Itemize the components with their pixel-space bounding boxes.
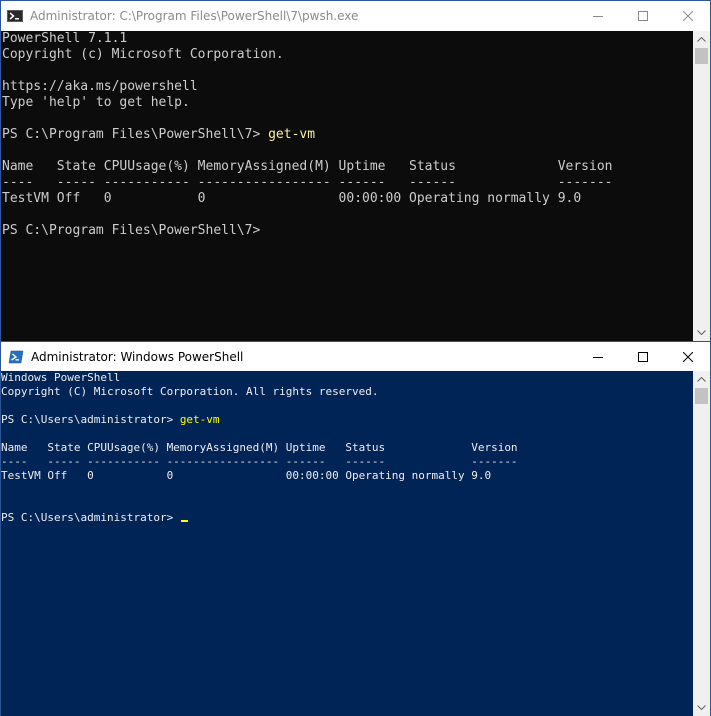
pwsh-caption-buttons xyxy=(575,1,710,31)
console-line: PowerShell 7.1.1 xyxy=(2,31,693,47)
console-line: ---- ----- ----------- -----------------… xyxy=(2,175,693,191)
console-line: https://aka.ms/powershell xyxy=(2,79,693,95)
close-icon xyxy=(682,351,693,362)
console-line-text: ---- ----- ----------- -----------------… xyxy=(2,175,613,190)
pwsh-console-output[interactable]: PowerShell 7.1.1 Copyright (c) Microsoft … xyxy=(1,31,693,341)
console-line: Windows PowerShell xyxy=(1,371,693,385)
console-line-text: PS C:\Program Files\PowerShell\7> xyxy=(2,223,261,238)
scroll-down-arrow-icon xyxy=(697,330,706,335)
powershell-icon xyxy=(7,8,23,24)
console-line: ---- ----- ----------- -----------------… xyxy=(1,455,693,469)
console-line: Type 'help' to get help. xyxy=(2,95,693,111)
maximize-icon xyxy=(637,11,648,21)
console-line: Name State CPUUsage(%) MemoryAssigned(M)… xyxy=(2,159,693,175)
windows-powershell-window[interactable]: Administrator: Windows PowerShell Window… xyxy=(0,342,711,716)
text-cursor xyxy=(180,520,188,522)
console-line-text: PowerShell 7.1.1 xyxy=(2,31,128,46)
scroll-up-arrow-icon xyxy=(697,377,706,382)
maximize-button[interactable] xyxy=(620,1,665,31)
console-line: PS C:\Users\administrator> get-vm xyxy=(1,413,693,427)
pwsh-scrollbar[interactable] xyxy=(693,31,710,341)
console-line: PS C:\Users\administrator> xyxy=(1,511,693,525)
scroll-thumb[interactable] xyxy=(695,388,708,404)
scroll-down-button[interactable] xyxy=(693,324,710,341)
minimize-button[interactable] xyxy=(575,1,620,31)
scroll-down-arrow-icon xyxy=(697,705,706,710)
console-line-text: Copyright (C) Microsoft Corporation. All… xyxy=(1,385,379,398)
winps-title-bar[interactable]: Administrator: Windows PowerShell xyxy=(1,342,710,371)
console-command: get-vm xyxy=(179,413,220,426)
console-line-text: Windows PowerShell xyxy=(1,371,121,384)
close-icon xyxy=(682,11,693,21)
close-button[interactable] xyxy=(665,342,710,371)
console-line-text: PS C:\Users\administrator> xyxy=(1,413,180,426)
winps-caption-buttons xyxy=(575,342,710,371)
pwsh-window-title: Administrator: C:\Program Files\PowerShe… xyxy=(30,9,359,23)
maximize-icon xyxy=(637,351,648,362)
console-line-text: PS C:\Program Files\PowerShell\7> xyxy=(2,127,269,142)
close-button[interactable] xyxy=(665,1,710,31)
console-line-text: TestVM Off 0 0 00:00:00 Operating normal… xyxy=(2,191,582,206)
winps-window-title: Administrator: Windows PowerShell xyxy=(31,349,244,364)
console-line: PS C:\Program Files\PowerShell\7> get-vm xyxy=(2,127,693,143)
console-line: Name State CPUUsage(%) MemoryAssigned(M)… xyxy=(1,441,693,455)
powershell-icon xyxy=(8,349,24,365)
winps-console-output[interactable]: Windows PowerShell Copyright (C) Microsof… xyxy=(1,371,693,716)
console-line-text: PS C:\Users\administrator> xyxy=(1,511,180,524)
console-line: PS C:\Program Files\PowerShell\7> xyxy=(2,223,693,239)
scroll-up-arrow-icon xyxy=(697,37,706,42)
minimize-icon xyxy=(592,356,603,358)
console-line: TestVM Off 0 0 00:00:00 Operating normal… xyxy=(1,469,693,483)
pwsh-title-bar[interactable]: Administrator: C:\Program Files\PowerShe… xyxy=(1,1,710,31)
scroll-up-button[interactable] xyxy=(693,31,710,48)
scroll-up-button[interactable] xyxy=(693,371,710,388)
scroll-down-button[interactable] xyxy=(693,699,710,716)
console-line-text: Name State CPUUsage(%) MemoryAssigned(M)… xyxy=(2,159,613,174)
maximize-button[interactable] xyxy=(620,342,665,371)
scroll-thumb[interactable] xyxy=(695,48,708,64)
console-line-text: Name State CPUUsage(%) MemoryAssigned(M)… xyxy=(1,441,518,454)
console-line-text: TestVM Off 0 0 00:00:00 Operating normal… xyxy=(1,469,492,482)
console-line: TestVM Off 0 0 00:00:00 Operating normal… xyxy=(2,191,693,207)
winps-scrollbar[interactable] xyxy=(693,371,710,716)
console-command: get-vm xyxy=(268,127,316,142)
pwsh-window[interactable]: Administrator: C:\Program Files\PowerShe… xyxy=(0,0,711,342)
console-line: Copyright (C) Microsoft Corporation. All… xyxy=(1,385,693,399)
console-line-text: https://aka.ms/powershell xyxy=(2,79,198,94)
minimize-icon xyxy=(592,16,603,17)
console-line-text: Copyright (c) Microsoft Corporation. xyxy=(2,47,284,62)
console-line-text: ---- ----- ----------- -----------------… xyxy=(1,455,518,468)
console-line: Copyright (c) Microsoft Corporation. xyxy=(2,47,693,63)
minimize-button[interactable] xyxy=(575,342,620,371)
console-line-text: Type 'help' to get help. xyxy=(2,95,190,110)
